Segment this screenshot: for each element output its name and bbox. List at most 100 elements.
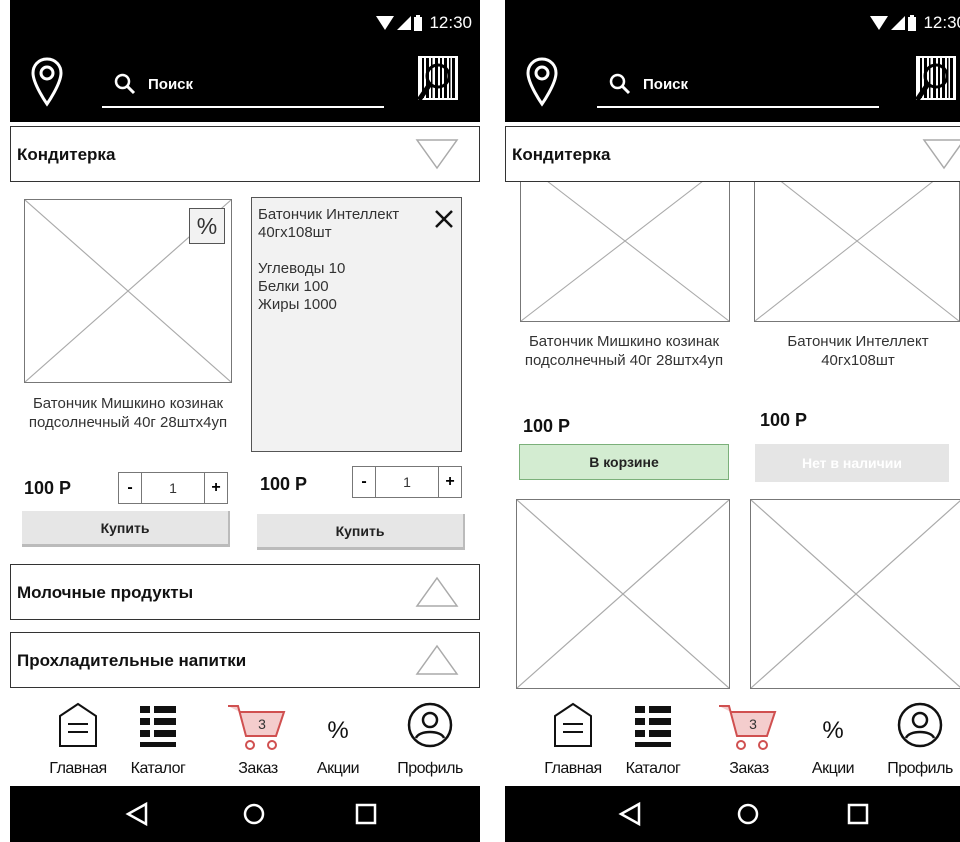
quantity-value[interactable]: 1: [376, 466, 438, 498]
cart-count: 3: [749, 716, 757, 732]
product-info-text: Батончик Интеллект 40гх108шт Углеводы 10…: [258, 206, 400, 313]
product-name: Батончик Мишкино козинак подсолнечный 40…: [524, 333, 724, 369]
close-icon[interactable]: [433, 208, 455, 230]
quantity-stepper: - 1 +: [118, 472, 228, 504]
triangle-down-icon[interactable]: [415, 138, 459, 170]
cart-icon: 3: [719, 705, 777, 750]
product-info-panel: Батончик Интеллект 40гх108шт Углеводы 10…: [251, 197, 462, 452]
wifi-icon: [376, 16, 395, 30]
tab-label: Главная: [544, 760, 602, 777]
image-placeholder: [755, 161, 959, 321]
tab-label: Акции: [316, 760, 360, 777]
tab-label: Заказ: [238, 760, 278, 777]
status-time: 12:30: [923, 13, 960, 32]
percent-icon: %: [327, 717, 348, 744]
category-confectionery[interactable]: Кондитерка: [505, 126, 960, 182]
product-price: 100 Р: [760, 410, 808, 430]
back-triangle-icon[interactable]: [617, 800, 645, 828]
barcode-scan-icon[interactable]: [414, 52, 462, 108]
search-bar[interactable]: [597, 62, 879, 108]
in-cart-button[interactable]: В корзине: [519, 444, 729, 480]
minus-button[interactable]: -: [118, 472, 142, 504]
product-image[interactable]: [516, 499, 730, 689]
search-underline: [597, 106, 879, 108]
map-pin-icon[interactable]: [30, 56, 64, 108]
phone-screen-right: 12:30: [505, 0, 960, 842]
category-label: Кондитерка: [17, 145, 116, 164]
search-bar[interactable]: [102, 62, 384, 108]
buy-button[interactable]: Купить: [22, 511, 230, 547]
category-label: Прохладительные напитки: [17, 651, 247, 670]
recents-square-icon[interactable]: [352, 800, 380, 828]
buy-button[interactable]: Купить: [257, 514, 465, 550]
product-price: 100 Р: [260, 474, 308, 494]
profile-icon: [897, 702, 943, 748]
tab-home[interactable]: Главная: [533, 692, 613, 786]
phone-screen-left: 12:30 Кондитерка: [10, 0, 480, 842]
minus-button[interactable]: -: [352, 466, 376, 498]
battery-icon: [414, 15, 423, 31]
tab-promotions[interactable]: % Акции: [793, 692, 873, 786]
search-input[interactable]: [148, 73, 368, 95]
back-triangle-icon[interactable]: [124, 800, 152, 828]
home-icon: [554, 702, 592, 747]
quantity-value[interactable]: 1: [142, 472, 204, 504]
tab-label: Каталог: [625, 760, 681, 777]
category-dairy[interactable]: Молочные продукты: [10, 564, 480, 620]
tab-label: Главная: [49, 760, 107, 777]
tab-order[interactable]: 3 Заказ: [218, 692, 298, 786]
list-icon: [635, 706, 671, 747]
map-pin-icon[interactable]: [525, 56, 559, 108]
product-name: Батончик Интеллект 40гх108шт: [787, 333, 929, 369]
tab-catalog[interactable]: Каталог: [613, 692, 693, 786]
triangle-up-icon[interactable]: [415, 576, 459, 608]
tab-promotions[interactable]: % Акции: [298, 692, 378, 786]
triangle-down-icon[interactable]: [922, 138, 960, 170]
recents-square-icon[interactable]: [844, 800, 872, 828]
image-placeholder: [517, 500, 729, 688]
home-circle-icon[interactable]: [240, 800, 268, 828]
cart-count: 3: [258, 716, 266, 732]
tab-profile[interactable]: Профиль: [880, 692, 960, 786]
discount-badge: %: [189, 208, 225, 244]
app-bar: [10, 44, 480, 122]
tab-label: Профиль: [887, 760, 953, 777]
plus-button[interactable]: +: [438, 466, 462, 498]
status-bar: 12:30: [10, 0, 480, 44]
plus-button[interactable]: +: [204, 472, 228, 504]
product-image[interactable]: [520, 160, 730, 322]
percent-icon: %: [822, 717, 843, 744]
barcode-scan-icon[interactable]: [912, 52, 960, 108]
image-placeholder: [751, 500, 960, 688]
triangle-up-icon[interactable]: [415, 644, 459, 676]
home-circle-icon[interactable]: [734, 800, 762, 828]
tab-order[interactable]: 3 Заказ: [709, 692, 789, 786]
list-icon: [140, 706, 176, 747]
search-input[interactable]: [643, 73, 863, 95]
quantity-stepper: - 1 +: [352, 466, 462, 498]
category-label: Кондитерка: [512, 145, 611, 164]
out-of-stock-button: Нет в наличии: [755, 444, 949, 482]
status-time: 12:30: [429, 13, 472, 32]
search-icon: [114, 73, 136, 95]
promo-glyph: %: [327, 717, 348, 744]
product-name: Батончик Мишкино козинак подсолнечный 40…: [28, 395, 228, 431]
promo-glyph: %: [822, 717, 843, 744]
tab-label: Профиль: [397, 760, 463, 777]
product-image[interactable]: [750, 499, 960, 689]
category-drinks[interactable]: Прохладительные напитки: [10, 632, 480, 688]
product-image[interactable]: [754, 160, 960, 322]
tab-catalog[interactable]: Каталог: [118, 692, 198, 786]
product-price: 100 Р: [523, 416, 571, 436]
tab-label: Заказ: [729, 760, 769, 777]
product-price: 100 Р: [24, 478, 72, 498]
signal-icon: [397, 16, 412, 30]
signal-icon: [891, 16, 906, 30]
system-nav-bar: [505, 786, 960, 842]
tab-home[interactable]: Главная: [38, 692, 118, 786]
tab-label: Каталог: [130, 760, 186, 777]
tab-profile[interactable]: Профиль: [390, 692, 470, 786]
search-icon: [609, 73, 631, 95]
product-image[interactable]: %: [24, 199, 232, 383]
category-confectionery[interactable]: Кондитерка: [10, 126, 480, 182]
